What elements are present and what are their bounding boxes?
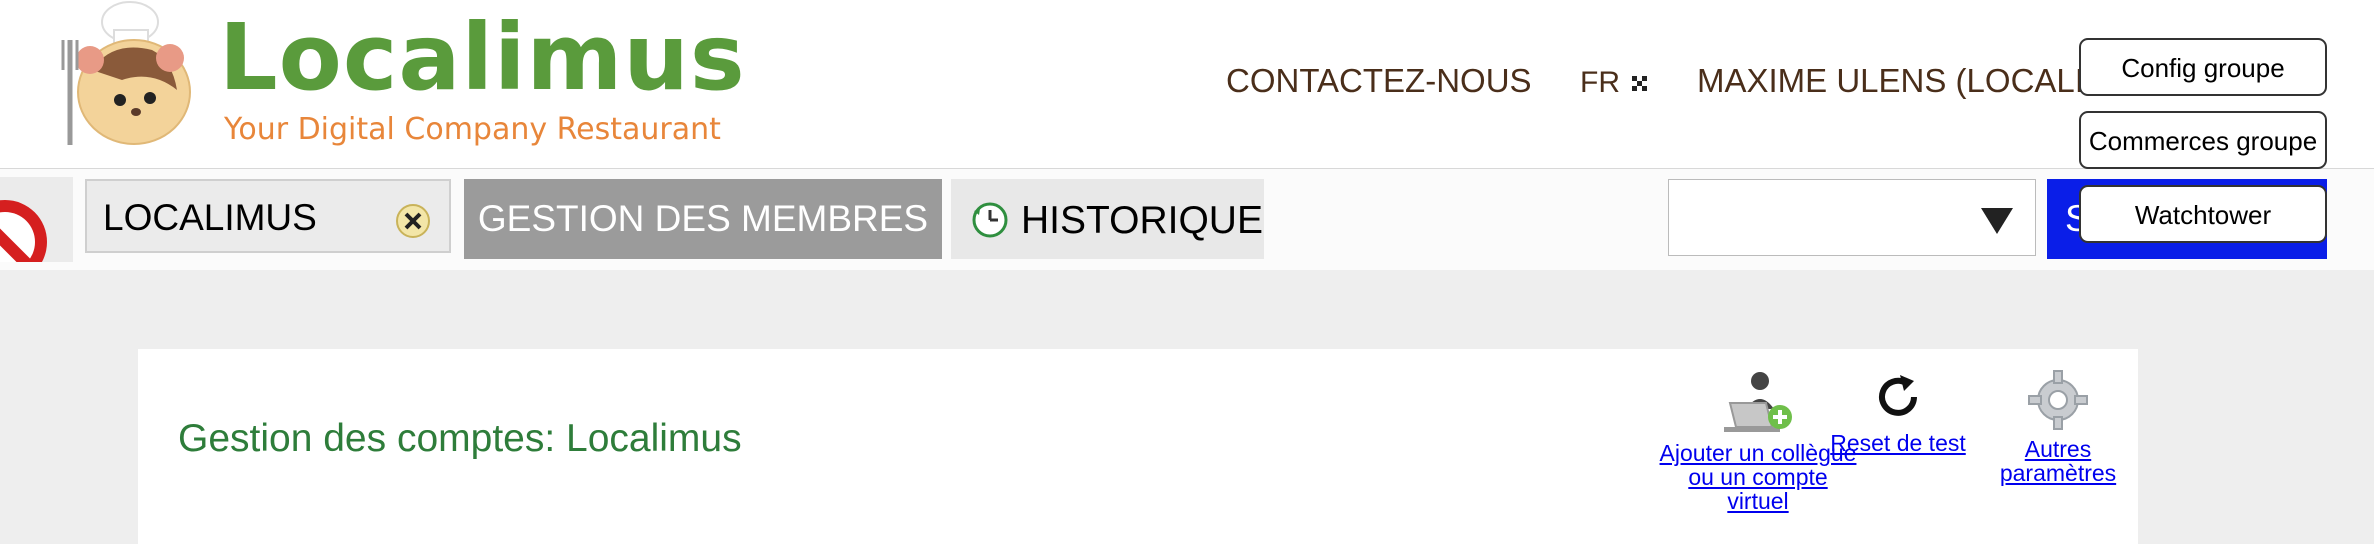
nav-contact-link[interactable]: CONTACTEZ-NOUS: [1226, 62, 1532, 100]
menu-watchtower[interactable]: Watchtower: [2079, 185, 2327, 243]
reset-test-link[interactable]: Reset de test: [1818, 369, 1978, 455]
other-settings-link[interactable]: Autres paramètres: [1988, 369, 2128, 485]
accounts-panel: Gestion des comptes: Localimus Ajouter u…: [138, 349, 2138, 544]
history-label: HISTORIQUE: [1021, 199, 1263, 242]
company-filter[interactable]: LOCALIMUS: [85, 179, 451, 253]
checkered-flag-icon: [1632, 76, 1648, 92]
clock-history-icon: [972, 202, 1008, 238]
language-selector[interactable]: FR: [1580, 66, 1648, 100]
history-button[interactable]: HISTORIQUE: [951, 179, 1264, 259]
toolbar: LOCALIMUS GESTION DES MEMBRES HISTORIQUE…: [0, 169, 2374, 270]
chef-mascot-logo[interactable]: [52, 0, 202, 158]
dropdown-arrow-icon: [1981, 208, 2013, 234]
gear-icon: [2028, 370, 2088, 430]
toolbar-select[interactable]: [1668, 179, 2036, 256]
company-filter-value: LOCALIMUS: [103, 197, 317, 238]
menu-commerces-groupe[interactable]: Commerces groupe: [2079, 111, 2327, 169]
add-user-icon: [1724, 372, 1792, 432]
page-title: Gestion des comptes: Localimus: [178, 417, 742, 460]
language-label: FR: [1580, 66, 1620, 99]
other-settings-label: Autres paramètres: [1999, 436, 2117, 486]
refresh-icon: [1879, 375, 1917, 416]
header: Localimus Your Digital Company Restauran…: [0, 0, 2374, 169]
brand-name[interactable]: Localimus: [219, 12, 746, 104]
clear-icon[interactable]: [395, 203, 431, 239]
members-management-button[interactable]: GESTION DES MEMBRES: [464, 179, 942, 259]
no-entry-icon[interactable]: [0, 197, 50, 262]
brand-tagline: Your Digital Company Restaurant: [224, 112, 721, 147]
reset-test-label: Reset de test: [1830, 430, 1966, 456]
menu-config-groupe[interactable]: Config groupe: [2079, 38, 2327, 96]
toolbar-left-cell[interactable]: [0, 177, 73, 262]
user-menu[interactable]: MAXIME ULENS (LOCALIMUS): [1697, 62, 2082, 100]
